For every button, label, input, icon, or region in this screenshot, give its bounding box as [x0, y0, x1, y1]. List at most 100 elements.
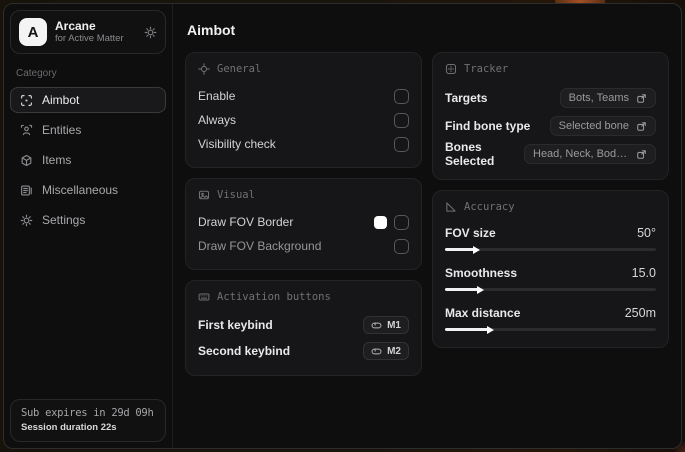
target-icon: [445, 63, 457, 75]
slider-value: 50°: [637, 226, 656, 240]
visibility-check-checkbox[interactable]: [394, 136, 409, 152]
right-column: Tracker Targets Bots, Teams Find bone ty…: [432, 52, 669, 348]
gear-icon[interactable]: [144, 26, 157, 39]
subscription-box: Sub expires in 29d 09h Session duration …: [10, 399, 166, 442]
setting-label: Always: [198, 113, 237, 127]
smoothness-slider[interactable]: [445, 285, 656, 295]
sidebar-nav: Aimbot Entities Items Miscellaneous Sett…: [10, 87, 166, 233]
fov-size-slider[interactable]: [445, 245, 656, 255]
angle-icon: [445, 201, 457, 213]
accuracy-card: Accuracy FOV size 50° Smoothness 15.0 Ma…: [432, 190, 669, 348]
keybind-value: M2: [387, 345, 401, 357]
max-distance-slider[interactable]: [445, 325, 656, 335]
page-title: Aimbot: [187, 22, 236, 38]
keybind-row: Second keybind M2: [198, 339, 409, 363]
accuracy-card-header: Accuracy: [445, 201, 656, 213]
crosshair-icon: [198, 63, 210, 75]
draw-fov-border-checkbox[interactable]: [394, 214, 409, 230]
entities-icon: [20, 124, 33, 137]
sidebar-item-label: Items: [42, 153, 72, 167]
sidebar-item-settings[interactable]: Settings: [10, 207, 166, 233]
left-column: General Enable Always Visibility check V…: [185, 52, 422, 376]
sidebar-item-entities[interactable]: Entities: [10, 117, 166, 143]
card-title: Visual: [217, 189, 255, 201]
slider-value: 250m: [624, 306, 656, 320]
second-keybind-button[interactable]: M2: [363, 342, 409, 360]
expand-icon: [636, 121, 647, 132]
tracker-label: Targets: [445, 91, 488, 105]
setting-row: Visibility check: [198, 133, 409, 155]
slider-fill: [445, 328, 490, 331]
slider-fill: [445, 288, 479, 291]
slider-value: 15.0: [631, 266, 656, 280]
app-name: Arcane: [55, 19, 96, 33]
max-distance-group: Max distance 250m: [445, 303, 656, 335]
sidebar-item-label: Settings: [42, 213, 86, 227]
sidebar-item-label: Aimbot: [42, 93, 80, 107]
sidebar-item-miscellaneous[interactable]: Miscellaneous: [10, 177, 166, 203]
app-titles: Arcane for Active Matter: [55, 19, 136, 45]
keyboard-icon: [198, 291, 210, 303]
keybind-value: M1: [387, 319, 401, 331]
activation-card: Activation buttons First keybind M1 Seco…: [185, 280, 422, 376]
app-subtitle: for Active Matter: [55, 33, 124, 44]
sub-expires-text: Sub expires in 29d 09h: [21, 407, 154, 419]
cube-icon: [20, 154, 33, 167]
tracker-row: Find bone type Selected bone: [445, 113, 656, 139]
general-card: General Enable Always Visibility check: [185, 52, 422, 168]
tracker-label: Bones Selected: [445, 140, 495, 168]
activation-card-header: Activation buttons: [198, 291, 409, 303]
list-icon: [20, 184, 33, 197]
image-icon: [198, 189, 210, 201]
mouse-icon: [371, 320, 382, 331]
mouse-icon: [371, 346, 382, 357]
bones-selected-select[interactable]: Head, Neck, Body, Pe...: [524, 144, 656, 164]
keybind-label: First keybind: [198, 318, 273, 332]
tracker-row: Targets Bots, Teams: [445, 85, 656, 111]
card-title: Activation buttons: [217, 291, 331, 303]
sidebar-item-aimbot[interactable]: Aimbot: [10, 87, 166, 113]
always-checkbox[interactable]: [394, 112, 409, 128]
fov-size-group: FOV size 50°: [445, 223, 656, 255]
slider-label: Smoothness: [445, 266, 518, 280]
keybind-row: First keybind M1: [198, 313, 409, 337]
app-logo: A: [19, 18, 47, 46]
fov-border-color-swatch[interactable]: [374, 215, 387, 229]
gear-icon: [20, 214, 33, 227]
tracker-row: Bones Selected Head, Neck, Body, Pe...: [445, 140, 656, 168]
visual-card: Visual Draw FOV Border Draw FOV Backgrou…: [185, 178, 422, 270]
session-duration-text: Session duration 22s: [21, 422, 117, 433]
select-value: Head, Neck, Body, Pe...: [533, 148, 629, 160]
keybind-label: Second keybind: [198, 344, 291, 358]
enable-checkbox[interactable]: [394, 88, 409, 104]
targets-select[interactable]: Bots, Teams: [559, 88, 656, 108]
first-keybind-button[interactable]: M1: [363, 316, 409, 334]
scan-crosshair-icon: [20, 94, 33, 107]
slider-label: FOV size: [445, 226, 496, 240]
card-title: Accuracy: [464, 201, 515, 213]
main-content: Aimbot General Enable Always Visibility …: [173, 4, 681, 448]
sidebar-item-label: Miscellaneous: [42, 183, 119, 197]
slider-thumb[interactable]: [476, 285, 484, 294]
setting-row: Always: [198, 109, 409, 131]
setting-label: Enable: [198, 89, 236, 103]
setting-row: Draw FOV Border: [198, 211, 409, 233]
slider-fill: [445, 248, 475, 251]
setting-label: Visibility check: [198, 137, 276, 151]
general-card-header: General: [198, 63, 409, 75]
draw-fov-background-checkbox[interactable]: [394, 238, 409, 254]
sidebar-item-items[interactable]: Items: [10, 147, 166, 173]
setting-label: Draw FOV Border: [198, 215, 294, 229]
tracker-card-header: Tracker: [445, 63, 656, 75]
tracker-label: Find bone type: [445, 119, 531, 133]
find-bone-type-select[interactable]: Selected bone: [549, 116, 656, 136]
expand-icon: [636, 149, 647, 160]
setting-row: Draw FOV Background: [198, 235, 409, 257]
slider-thumb[interactable]: [472, 245, 480, 254]
card-title: Tracker: [464, 63, 509, 75]
sidebar: A Arcane for Active Matter Category Aimb…: [4, 4, 172, 448]
sidebar-header: A Arcane for Active Matter: [10, 10, 166, 54]
slider-thumb[interactable]: [487, 325, 495, 334]
tracker-card: Tracker Targets Bots, Teams Find bone ty…: [432, 52, 669, 180]
smoothness-group: Smoothness 15.0: [445, 263, 656, 295]
